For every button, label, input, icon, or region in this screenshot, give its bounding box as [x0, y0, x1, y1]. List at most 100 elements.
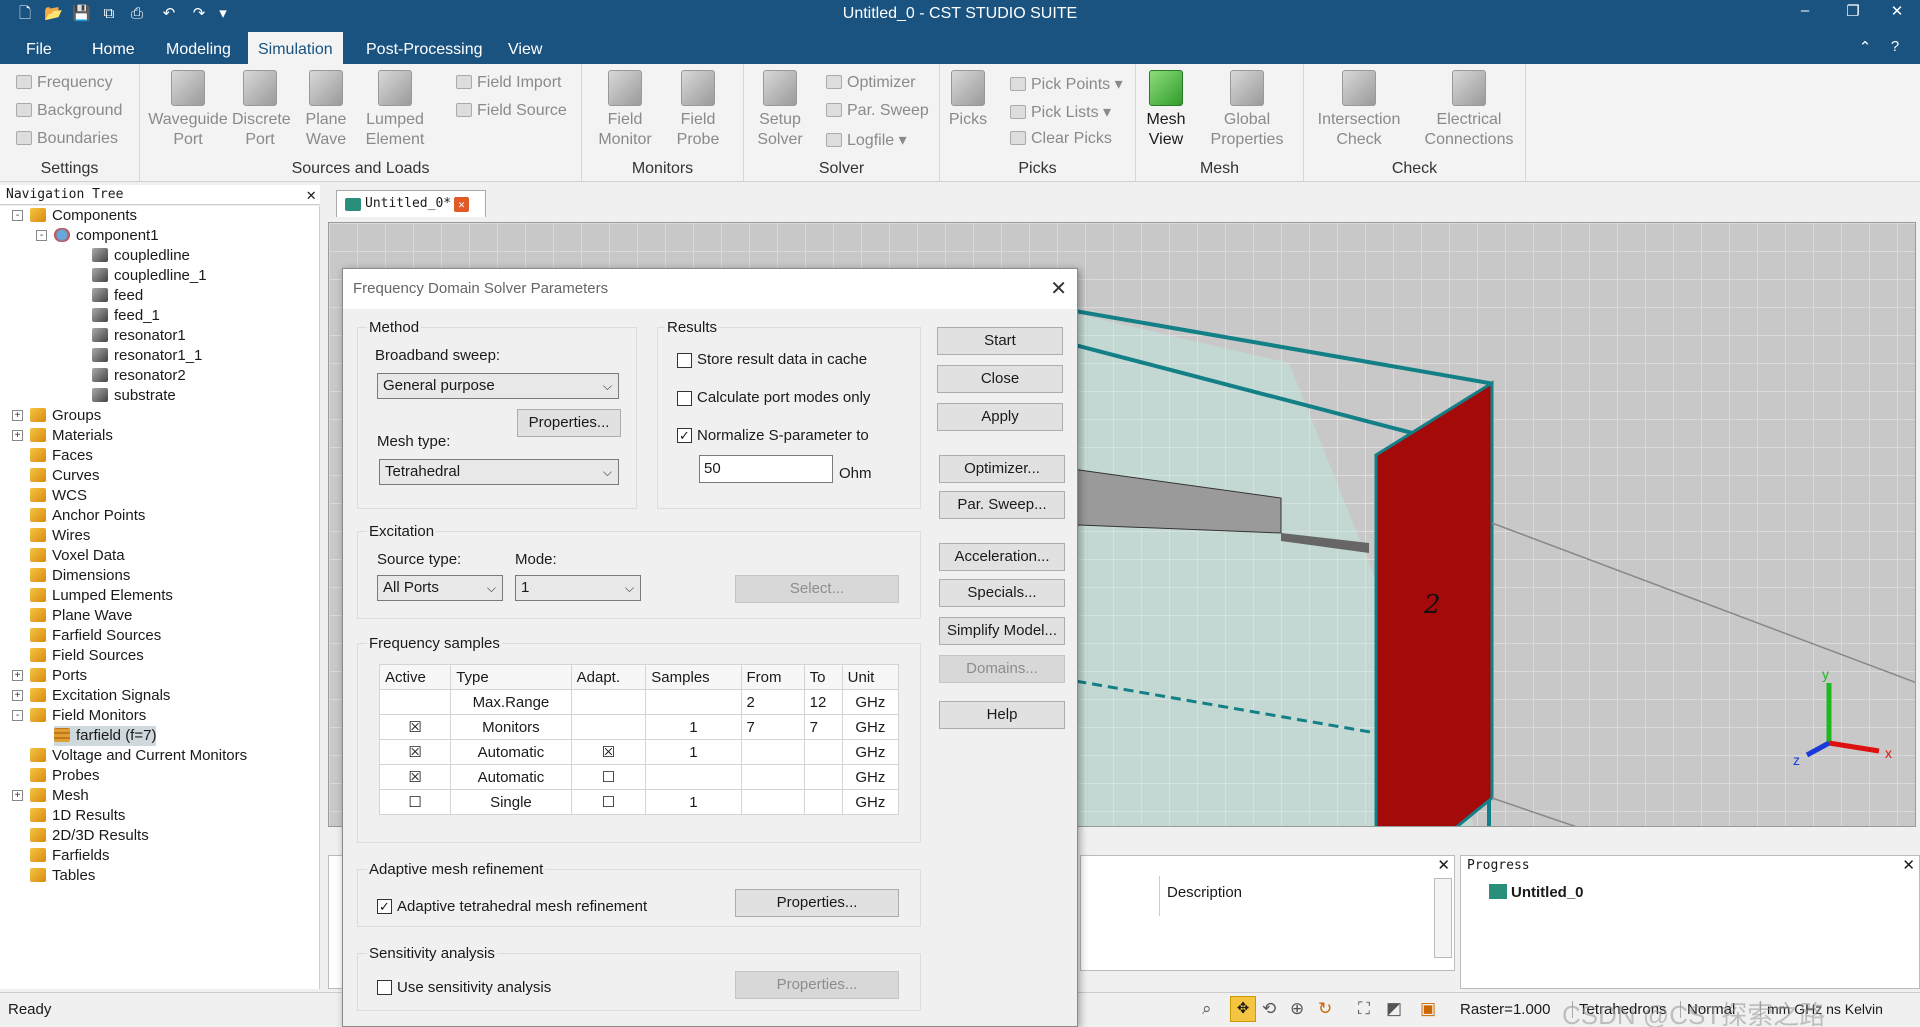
method-properties-button[interactable]: Properties... [517, 409, 621, 437]
tree-item[interactable]: Wires [30, 526, 90, 546]
apply-button[interactable]: Apply [937, 403, 1063, 431]
source-type-select[interactable]: All Ports ⌵ [377, 575, 503, 601]
tree-item[interactable]: Dimensions [30, 566, 130, 586]
mode-select[interactable]: 1 ⌵ [515, 575, 641, 601]
par-sweep-button[interactable]: Par. Sweep [826, 102, 929, 120]
tree-item[interactable]: 2D/3D Results [30, 826, 149, 846]
table-row[interactable]: ☐ Single ☐ 1 GHz [378, 789, 900, 815]
intersection-check-button[interactable]: Intersection Check [1312, 68, 1406, 150]
close-icon[interactable]: ✕ [1902, 856, 1915, 874]
table-cell-samples[interactable]: 1 [645, 714, 742, 740]
cube-icon[interactable]: ▣ [1420, 999, 1436, 1019]
start-button[interactable]: Start [937, 327, 1063, 355]
table-cell-active[interactable]: ☒ [378, 714, 452, 740]
tab-post-processing[interactable]: Post-Processing [356, 32, 493, 64]
table-cell-type[interactable]: Monitors [450, 714, 572, 740]
frequency-samples-table[interactable]: Active Type Adapt. Samples From To Unit … [378, 664, 900, 815]
pick-lists-button[interactable]: Pick Lists ▾ [1010, 102, 1111, 122]
zoom-in-icon[interactable]: ⊕ [1290, 999, 1304, 1019]
tree-item[interactable]: Voltage and Current Monitors [30, 746, 247, 766]
waveguide-port-button[interactable]: Waveguide Port [148, 68, 228, 150]
rotate-icon[interactable]: ⟲ [1262, 999, 1276, 1019]
field-probe-button[interactable]: Field Probe [668, 68, 728, 150]
lumped-element-button[interactable]: Lumped Element [362, 68, 428, 150]
table-cell-type[interactable]: Single [450, 789, 572, 815]
par-sweep-button[interactable]: Par. Sweep... [939, 491, 1065, 519]
dialog-close-icon[interactable]: ✕ [1050, 269, 1067, 309]
tree-item[interactable]: WCS [30, 486, 87, 506]
tree-expander-icon[interactable]: + [12, 790, 23, 801]
close-window-icon[interactable]: ✕ [1882, 2, 1912, 20]
tree-item[interactable]: feed [92, 286, 143, 306]
table-cell-from[interactable] [740, 739, 805, 765]
table-cell-active[interactable]: ☒ [378, 764, 452, 790]
table-row[interactable]: ☒ Automatic ☒ 1 GHz [378, 739, 900, 765]
logfile-button[interactable]: Logfile ▾ [826, 130, 907, 150]
tree-item[interactable]: substrate [92, 386, 176, 406]
help-button[interactable]: Help [939, 701, 1065, 729]
tree-item[interactable]: Groups [30, 406, 101, 426]
tree-item[interactable]: Probes [30, 766, 100, 786]
table-cell-active[interactable] [378, 689, 452, 715]
table-cell-samples[interactable]: 1 [645, 739, 742, 765]
boundaries-button[interactable]: Boundaries [16, 130, 118, 148]
tree-item[interactable]: Faces [30, 446, 93, 466]
tab-simulation[interactable]: Simulation [248, 32, 343, 64]
tree-item[interactable]: 1D Results [30, 806, 125, 826]
table-cell-from[interactable]: 7 [740, 714, 805, 740]
tree-item[interactable]: resonator1 [92, 326, 186, 346]
tree-item[interactable]: Materials [30, 426, 113, 446]
tree-expander-icon[interactable]: + [12, 690, 23, 701]
tree-item[interactable]: Components [30, 206, 137, 226]
setup-solver-button[interactable]: Setup Solver [750, 68, 810, 150]
plane-wave-button[interactable]: Plane Wave [298, 68, 354, 150]
store-cache-checkbox[interactable] [677, 353, 692, 368]
tree-item[interactable]: resonator1_1 [92, 346, 202, 366]
table-cell-adapt[interactable]: ☐ [570, 764, 647, 790]
table-cell-to[interactable] [803, 739, 843, 765]
background-button[interactable]: Background [16, 102, 122, 120]
table-cell-active[interactable]: ☒ [378, 739, 452, 765]
select-ports-button[interactable]: Select... [735, 575, 899, 603]
tree-item[interactable]: Voxel Data [30, 546, 125, 566]
close-icon[interactable]: ✕ [1437, 856, 1450, 874]
tree-item[interactable]: Curves [30, 466, 100, 486]
table-cell-type[interactable]: Automatic [450, 764, 572, 790]
frequency-button[interactable]: Frequency [16, 74, 113, 92]
working-plane-icon[interactable]: ◩ [1386, 999, 1402, 1019]
optimizer-button[interactable]: Optimizer... [939, 455, 1065, 483]
table-cell-samples[interactable] [645, 764, 742, 790]
table-cell-type[interactable]: Automatic [450, 739, 572, 765]
table-row[interactable]: ☒ Automatic ☐ GHz [378, 764, 900, 790]
global-properties-button[interactable]: Global Properties [1202, 68, 1292, 150]
collapse-ribbon-icon[interactable]: ⌃ [1850, 38, 1880, 56]
help-icon[interactable]: ? [1880, 38, 1910, 55]
impedance-input[interactable]: 50 [699, 455, 833, 483]
tree-expander-icon[interactable]: - [12, 710, 23, 721]
minimize-icon[interactable]: – [1790, 2, 1820, 19]
tree-item[interactable]: Anchor Points [30, 506, 145, 526]
table-cell-adapt[interactable]: ☐ [570, 789, 647, 815]
tree-item[interactable]: component1 [54, 226, 159, 246]
field-import-button[interactable]: Field Import [456, 74, 561, 92]
tree-item[interactable]: Lumped Elements [30, 586, 173, 606]
tab-file[interactable]: File [16, 32, 62, 64]
table-cell-to[interactable] [803, 789, 843, 815]
tree-item[interactable]: farfield (f=7) [54, 726, 157, 746]
adaptive-refinement-checkbox[interactable]: ✓ [377, 899, 392, 914]
tree-item[interactable]: Excitation Signals [30, 686, 170, 706]
tree-item[interactable]: Plane Wave [30, 606, 132, 626]
tree-item[interactable]: Tables [30, 866, 95, 886]
sensitivity-checkbox[interactable] [377, 980, 392, 995]
tab-modeling[interactable]: Modeling [156, 32, 241, 64]
table-cell-from[interactable] [740, 789, 805, 815]
close-icon[interactable]: ✕ [306, 185, 316, 205]
table-cell-samples[interactable]: 1 [645, 789, 742, 815]
pan-icon[interactable]: ✥ [1230, 996, 1256, 1022]
tab-home[interactable]: Home [82, 32, 145, 64]
table-cell-unit[interactable]: GHz [841, 714, 900, 740]
broadband-sweep-select[interactable]: General purpose ⌵ [377, 373, 619, 399]
table-cell-adapt[interactable]: ☒ [570, 739, 647, 765]
tree-item[interactable]: Mesh [30, 786, 89, 806]
table-row[interactable]: Max.Range 2 12 GHz [378, 689, 900, 715]
